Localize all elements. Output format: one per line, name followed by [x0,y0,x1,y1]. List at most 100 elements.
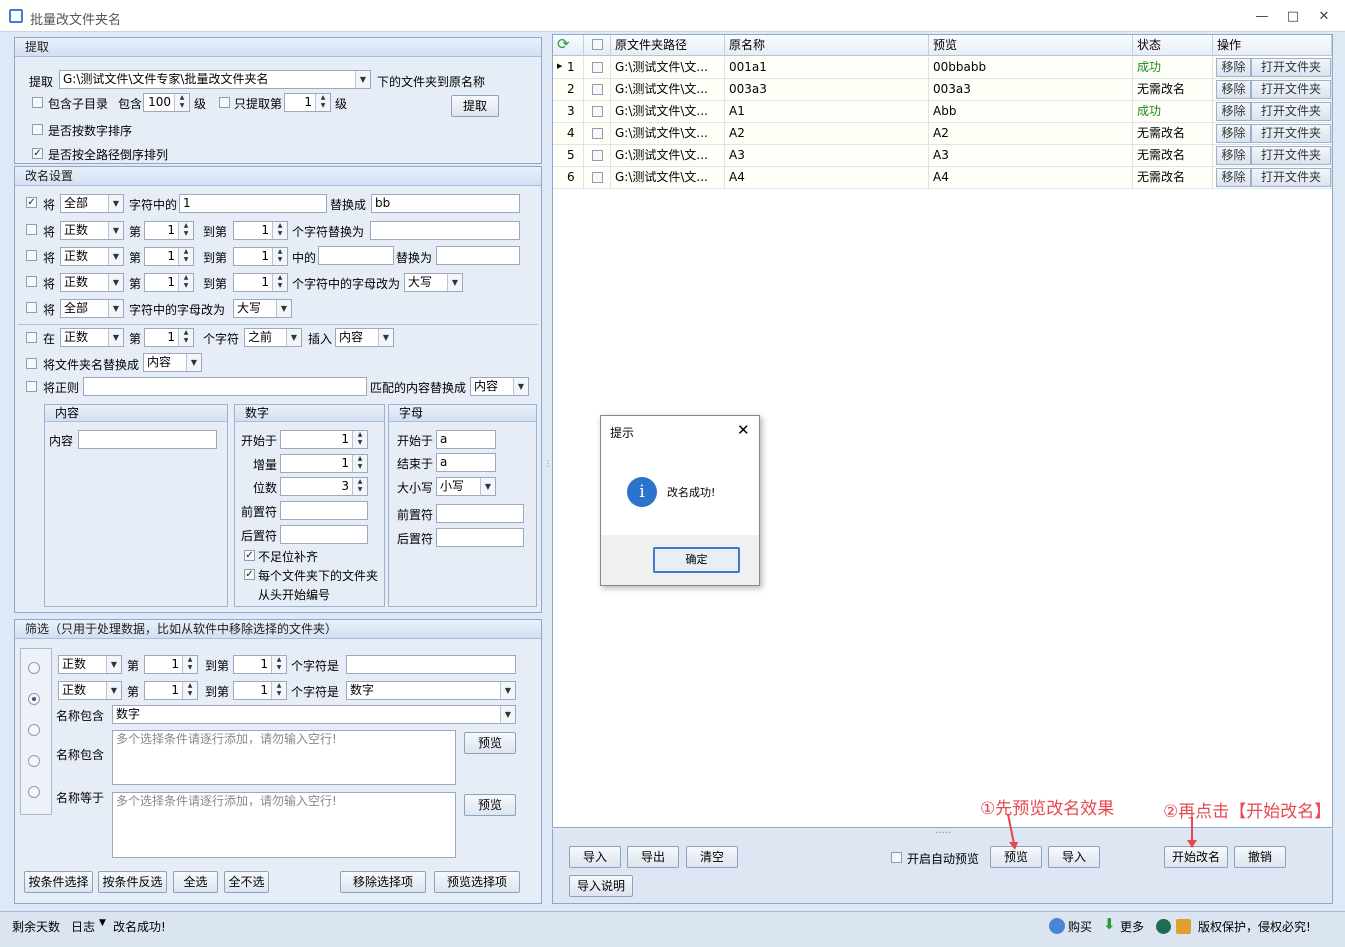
rule8-checkbox[interactable] [26,381,37,392]
export-button[interactable]: 导出 [627,846,679,868]
panel-grip[interactable]: ..... [935,825,951,836]
rule3-find-input[interactable] [318,246,394,265]
invert-by-condition-button[interactable]: 按条件反选 [98,871,167,893]
rule4-scope[interactable]: 正数 ▼ [60,273,124,292]
extract-button[interactable]: 提取 [451,95,499,117]
download-icon[interactable]: ⬇ [1103,915,1116,933]
splitter-grip[interactable]: ⋮ [544,460,552,476]
filter2-scope[interactable]: 正数 ▼ [58,681,122,700]
row-remove-button[interactable]: 移除 [1216,58,1251,77]
filter1-a-spinner[interactable]: 1 ▲ ▼ [144,655,198,674]
rule6-pos[interactable]: 之前 ▼ [244,328,302,347]
filter2-b-spinner[interactable]: 1 ▲ ▼ [233,681,287,700]
row-checkbox-cell[interactable] [584,167,611,189]
rule6-a-spinner[interactable]: 1 ▲ ▼ [144,328,194,347]
import-button[interactable]: 导入 [569,846,621,868]
row-checkbox[interactable] [592,150,603,161]
rule6-checkbox[interactable] [26,332,37,343]
rule2-scope[interactable]: 正数 ▼ [60,221,124,240]
buy-icon[interactable] [1049,918,1065,934]
log-dropdown[interactable]: 日志 [71,918,95,935]
filter3-combo[interactable]: 数字 ▼ [112,705,516,724]
col-path[interactable]: 原文件夹路径 [611,35,725,56]
filter-radio-1[interactable] [28,662,40,674]
filter-radio-2[interactable] [28,693,40,705]
more-link[interactable]: 更多 [1120,918,1144,935]
rule7-checkbox[interactable] [26,358,37,369]
rule5-scope[interactable]: 全部 ▼ [60,299,124,318]
col-name[interactable]: 原名称 [725,35,929,56]
filter1-input[interactable] [346,655,516,674]
letter-suffix-input[interactable] [436,528,524,547]
select-all-header[interactable] [584,35,611,56]
rule1-from-input[interactable]: 1 [179,194,327,213]
filter1-scope[interactable]: 正数 ▼ [58,655,122,674]
filter4-preview-button[interactable]: 预览 [464,732,516,754]
row-checkbox[interactable] [592,128,603,139]
col-action[interactable]: 操作 [1213,35,1332,56]
rule2-replace-input[interactable] [370,221,520,240]
chevron-down-icon[interactable]: ▼ [355,71,370,88]
rule4-a-spinner[interactable]: 1 ▲ ▼ [144,273,194,292]
ok-button[interactable]: 确定 [653,547,740,573]
select-none-button[interactable]: 全不选 [224,871,269,893]
num-suffix-input[interactable] [280,525,368,544]
row-open-folder-button[interactable]: 打开文件夹 [1251,80,1331,99]
rule3-scope[interactable]: 正数 ▼ [60,247,124,266]
rule3-a-spinner[interactable]: 1 ▲ ▼ [144,247,194,266]
letter-prefix-input[interactable] [436,504,524,523]
include-subdir-checkbox[interactable] [32,97,43,108]
row-remove-button[interactable]: 移除 [1216,124,1251,143]
row-remove-button[interactable]: 移除 [1216,168,1251,187]
reverse-sort-checkbox[interactable]: ✓ [32,148,43,159]
depth-spinner[interactable]: 100 ▲ ▼ [143,93,190,112]
row-checkbox-cell[interactable] [584,123,611,145]
row-open-folder-button[interactable]: 打开文件夹 [1251,146,1331,165]
col-status[interactable]: 状态 [1133,35,1213,56]
rule4-checkbox[interactable] [26,276,37,287]
row-checkbox-cell[interactable] [584,145,611,167]
num-start-spinner[interactable]: 1 ▲ ▼ [280,430,368,449]
rule5-checkbox[interactable] [26,302,37,313]
preview-selected-button[interactable]: 预览选择项 [434,871,520,893]
col-preview[interactable]: 预览 [929,35,1133,56]
letter-start-input[interactable]: a [436,430,496,449]
filter2-a-spinner[interactable]: 1 ▲ ▼ [144,681,198,700]
only-level-checkbox[interactable] [219,97,230,108]
gift-icon[interactable] [1176,919,1191,934]
filter-radio-3[interactable] [28,724,40,736]
header-checkbox[interactable] [592,39,603,50]
row-checkbox[interactable] [592,84,603,95]
filter-radio-5[interactable] [28,786,40,798]
refresh-header[interactable]: ⟳ [553,35,584,56]
import-help-button[interactable]: 导入说明 [569,875,633,897]
letter-case-combo[interactable]: 小写 ▼ [436,477,496,496]
rule3-replace-input[interactable] [436,246,520,265]
maximize-button[interactable]: □ [1279,8,1307,26]
select-all-button[interactable]: 全选 [173,871,218,893]
row-remove-button[interactable]: 移除 [1216,102,1251,121]
row-open-folder-button[interactable]: 打开文件夹 [1251,58,1331,77]
num-inc-spinner[interactable]: 1 ▲ ▼ [280,454,368,473]
num-digits-spinner[interactable]: 3 ▲ ▼ [280,477,368,496]
undo-button[interactable]: 撤销 [1234,846,1286,868]
filter4-textarea[interactable]: 多个选择条件请逐行添加，请勿输入空行! [112,730,456,785]
rule4-case[interactable]: 大写 ▼ [404,273,463,292]
filter1-b-spinner[interactable]: 1 ▲ ▼ [233,655,287,674]
content-input[interactable] [78,430,217,449]
rule3-checkbox[interactable] [26,250,37,261]
rule1-scope[interactable]: 全部 ▼ [60,194,124,213]
log-chevron-down-icon[interactable]: ▼ [99,918,106,928]
filter5-preview-button[interactable]: 预览 [464,794,516,816]
row-open-folder-button[interactable]: 打开文件夹 [1251,102,1331,121]
rule7-content[interactable]: 内容 ▼ [143,353,202,372]
extract-path-combo[interactable]: G:\测试文件\文件专家\批量改文件夹名 ▼ [59,70,371,89]
rule4-b-spinner[interactable]: 1 ▲ ▼ [233,273,288,292]
select-by-condition-button[interactable]: 按条件选择 [24,871,93,893]
num-sort-checkbox[interactable] [32,124,43,135]
rule3-b-spinner[interactable]: 1 ▲ ▼ [233,247,288,266]
refresh-icon[interactable]: ⟳ [557,35,570,53]
clear-button[interactable]: 清空 [686,846,738,868]
restart-checkbox[interactable]: ✓ [244,569,255,580]
row-checkbox-cell[interactable] [584,57,611,79]
